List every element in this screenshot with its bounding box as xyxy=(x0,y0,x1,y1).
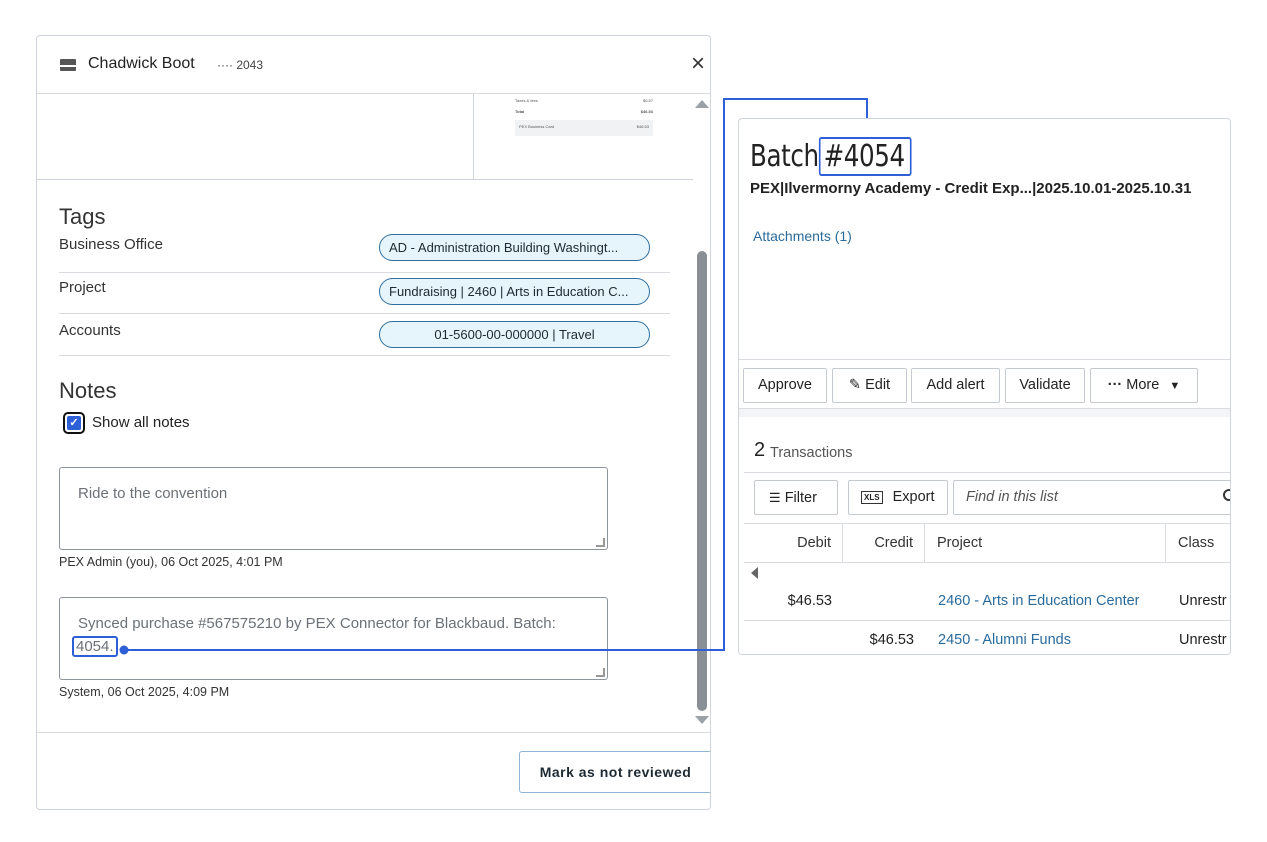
panel-header: Chadwick Boot ···· 2043 × xyxy=(37,36,710,94)
note-text: Ride to the convention xyxy=(78,485,228,502)
divider xyxy=(744,472,1230,473)
validate-button[interactable]: Validate xyxy=(1005,368,1085,403)
edit-button[interactable]: ✎ Edit xyxy=(832,368,907,403)
cardholder-name: Chadwick Boot xyxy=(88,55,195,72)
credit-card-icon xyxy=(60,59,76,71)
receipt-payment-box: PEX Business Card $46.53 xyxy=(515,120,653,136)
tag-pill[interactable]: 01-5600-00-000000 | Travel xyxy=(379,321,650,348)
receipt-divider xyxy=(473,94,474,180)
receipt-line-label: Taxes & fees xyxy=(515,98,538,103)
more-button[interactable]: ··· More ▼ xyxy=(1090,368,1198,403)
tag-row-project: Project Fundraising | 2460 | Arts in Edu… xyxy=(59,272,670,314)
class-cell: Unrestr xyxy=(1179,593,1227,609)
debit-cell: $46.53 xyxy=(787,593,832,609)
class-cell: Unrestr xyxy=(1179,632,1227,648)
receipt-strip: Taxes & fees $0.57 Total $46.53 PEX Busi… xyxy=(37,94,693,180)
project-link[interactable]: 2450 - Alumni Funds xyxy=(938,621,1071,654)
credit-cell: $46.53 xyxy=(869,632,914,648)
tag-row-business-office: Business Office AD - Administration Buil… xyxy=(59,231,670,273)
approve-button[interactable]: Approve xyxy=(743,368,827,403)
batch-title: Batch #4054 xyxy=(750,137,912,176)
scrollbar-thumb[interactable] xyxy=(697,251,707,711)
transactions-section: 2 Transactions ☰ Filter XLS Export Find … xyxy=(739,409,1230,654)
receipt-payment-label: PEX Business Card xyxy=(519,124,555,129)
filter-icon: ☰ xyxy=(769,490,781,505)
column-header-project[interactable]: Project xyxy=(925,524,1166,562)
receipt-thumbnail[interactable]: Taxes & fees $0.57 Total $46.53 PEX Busi… xyxy=(509,94,659,180)
attachments-link[interactable]: Attachments (1) xyxy=(753,228,852,244)
batch-title-prefix: Batch xyxy=(750,139,819,174)
checkmark-icon: ✓ xyxy=(67,416,81,430)
receipt-line: Taxes & fees $0.57 xyxy=(515,98,653,103)
note-meta: PEX Admin (you), 06 Oct 2025, 4:01 PM xyxy=(59,555,283,569)
batch-panel: Batch #4054 PEX|Ilvermorny Academy - Cred… xyxy=(738,118,1231,655)
tag-label: Project xyxy=(59,279,106,296)
tag-row-accounts: Accounts 01-5600-00-000000 | Travel xyxy=(59,314,670,356)
search-icon[interactable] xyxy=(1223,489,1230,501)
export-button[interactable]: XLS Export xyxy=(848,480,948,515)
mark-as-not-reviewed-button[interactable]: Mark as not reviewed xyxy=(519,751,710,793)
column-header-debit[interactable]: Debit xyxy=(744,524,843,562)
table-row[interactable]: $46.53 2460 - Arts in Education Center U… xyxy=(744,582,1230,620)
tag-pill[interactable]: Fundraising | 2460 | Arts in Education C… xyxy=(379,278,650,305)
ellipsis-icon: ··· xyxy=(1107,377,1123,393)
chevron-down-icon: ▼ xyxy=(1169,380,1181,392)
tag-label: Business Office xyxy=(59,236,163,253)
receipt-line-value: $46.53 xyxy=(640,109,653,114)
notes-heading: Notes xyxy=(59,378,117,403)
tags-heading: Tags xyxy=(59,204,106,229)
show-all-notes-label[interactable]: Show all notes xyxy=(92,414,190,431)
note-textarea[interactable]: Ride to the convention xyxy=(59,467,608,550)
xls-icon: XLS xyxy=(861,491,883,504)
more-label: More xyxy=(1126,377,1160,393)
panel-footer: Mark as not reviewed xyxy=(37,732,710,809)
column-header-credit[interactable]: Credit xyxy=(843,524,925,562)
scroll-left-arrow-icon[interactable] xyxy=(751,567,758,579)
batch-number-highlight: 4054. xyxy=(72,636,118,657)
scroll-down-arrow-icon[interactable] xyxy=(695,716,709,724)
receipt-line: Total $46.53 xyxy=(515,109,653,114)
panel-scroll-area[interactable]: Taxes & fees $0.57 Total $46.53 PEX Busi… xyxy=(37,94,710,731)
find-in-list-input[interactable]: Find in this list xyxy=(953,480,1230,515)
card-last4: ···· 2043 xyxy=(217,58,264,72)
receipt-line-value: $0.57 xyxy=(642,98,653,103)
transactions-count: 2 xyxy=(754,439,766,461)
tag-label: Accounts xyxy=(59,322,121,339)
receipt-payment-value: $46.53 xyxy=(636,124,649,129)
export-label: Export xyxy=(892,489,935,506)
receipt-line-label: Total xyxy=(515,109,525,114)
transaction-detail-panel: Chadwick Boot ···· 2043 × Taxes & fees $… xyxy=(36,35,711,810)
column-header-class[interactable]: Class xyxy=(1166,524,1230,562)
note-meta: System, 06 Oct 2025, 4:09 PM xyxy=(59,685,230,699)
batch-subtitle: PEX|Ilvermorny Academy - Credit Exp...|2… xyxy=(750,180,1192,197)
batch-number-highlight: #4054 xyxy=(818,137,912,176)
note-text: Synced purchase #567575210 by PEX Connec… xyxy=(78,615,556,632)
resize-handle-icon[interactable] xyxy=(596,538,605,547)
resize-handle-icon[interactable] xyxy=(596,668,605,677)
edit-label: Edit xyxy=(865,377,891,393)
close-icon[interactable]: × xyxy=(687,52,709,76)
project-link[interactable]: 2460 - Arts in Education Center xyxy=(938,582,1140,620)
show-all-notes-checkbox[interactable]: ✓ xyxy=(63,412,85,434)
transactions-label: Transactions xyxy=(770,445,853,461)
pencil-icon: ✎ xyxy=(848,377,862,393)
grid-header: Debit Credit Project Class xyxy=(744,523,1230,563)
batch-toolbar: Approve ✎ Edit Add alert Validate ··· Mo… xyxy=(739,359,1230,409)
table-row[interactable]: $46.53 2450 - Alumni Funds Unrestr xyxy=(744,620,1230,654)
note-textarea[interactable]: Synced purchase #567575210 by PEX Connec… xyxy=(59,597,608,680)
filter-button[interactable]: ☰ Filter xyxy=(754,480,838,515)
filter-label: Filter xyxy=(784,490,817,506)
add-alert-button[interactable]: Add alert xyxy=(911,368,1000,403)
scroll-up-arrow-icon[interactable] xyxy=(695,100,709,108)
tag-pill[interactable]: AD - Administration Building Washingt... xyxy=(379,234,650,261)
